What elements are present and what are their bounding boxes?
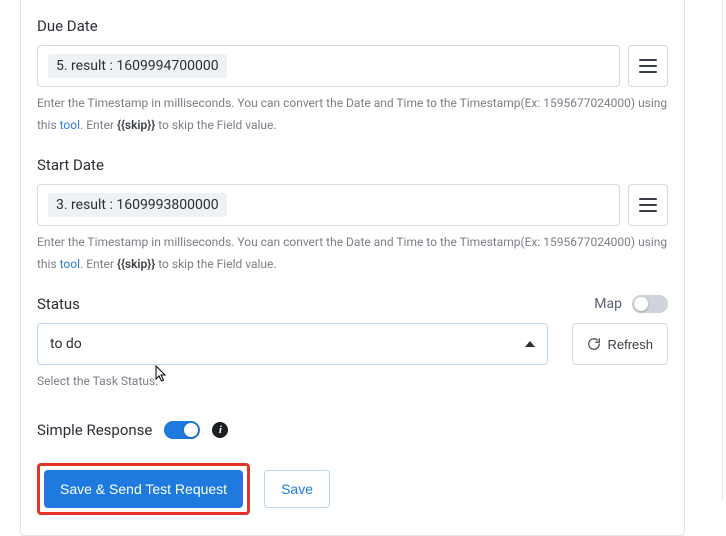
start-date-input[interactable]: 3. result : 1609993800000 [37,184,620,226]
start-date-token: 3. result : 1609993800000 [48,193,227,217]
map-toggle[interactable] [632,295,668,313]
caret-up-icon [525,341,535,347]
start-date-menu-button[interactable] [628,184,668,226]
start-date-group: Start Date 3. result : 1609993800000 Ent… [37,156,668,275]
refresh-button[interactable]: Refresh [572,323,668,365]
hamburger-icon [639,59,657,73]
refresh-icon [587,337,601,351]
tool-link[interactable]: tool [60,118,80,132]
simple-response-label: Simple Response [37,421,152,439]
right-panel-edge [722,0,726,500]
status-select[interactable]: to do [37,323,548,365]
save-button[interactable]: Save [264,470,330,508]
due-date-input[interactable]: 5. result : 1609994700000 [37,45,620,87]
form-panel: Enter Priority. Due Date 5. result : 160… [20,0,685,536]
info-icon[interactable]: i [212,422,228,438]
status-value: to do [50,336,82,352]
due-date-group: Due Date 5. result : 1609994700000 Enter… [37,17,668,136]
status-hint: Select the Task Status. [37,371,668,393]
simple-response-row: Simple Response i [37,421,668,439]
start-date-label: Start Date [37,156,668,174]
due-date-hint: Enter the Timestamp in milliseconds. You… [37,93,668,136]
button-row: Save & Send Test Request Save [37,463,668,515]
due-date-menu-button[interactable] [628,45,668,87]
hamburger-icon [639,198,657,212]
simple-response-toggle[interactable] [164,421,200,439]
map-label: Map [594,296,622,312]
status-group: Status Map to do Refresh Select the Task… [37,295,668,393]
start-date-hint: Enter the Timestamp in milliseconds. You… [37,232,668,275]
tool-link[interactable]: tool [60,257,80,271]
status-label: Status [37,295,80,313]
save-send-test-button[interactable]: Save & Send Test Request [44,470,243,508]
highlight-box: Save & Send Test Request [37,463,250,515]
due-date-label: Due Date [37,17,668,35]
due-date-token: 5. result : 1609994700000 [48,54,227,78]
